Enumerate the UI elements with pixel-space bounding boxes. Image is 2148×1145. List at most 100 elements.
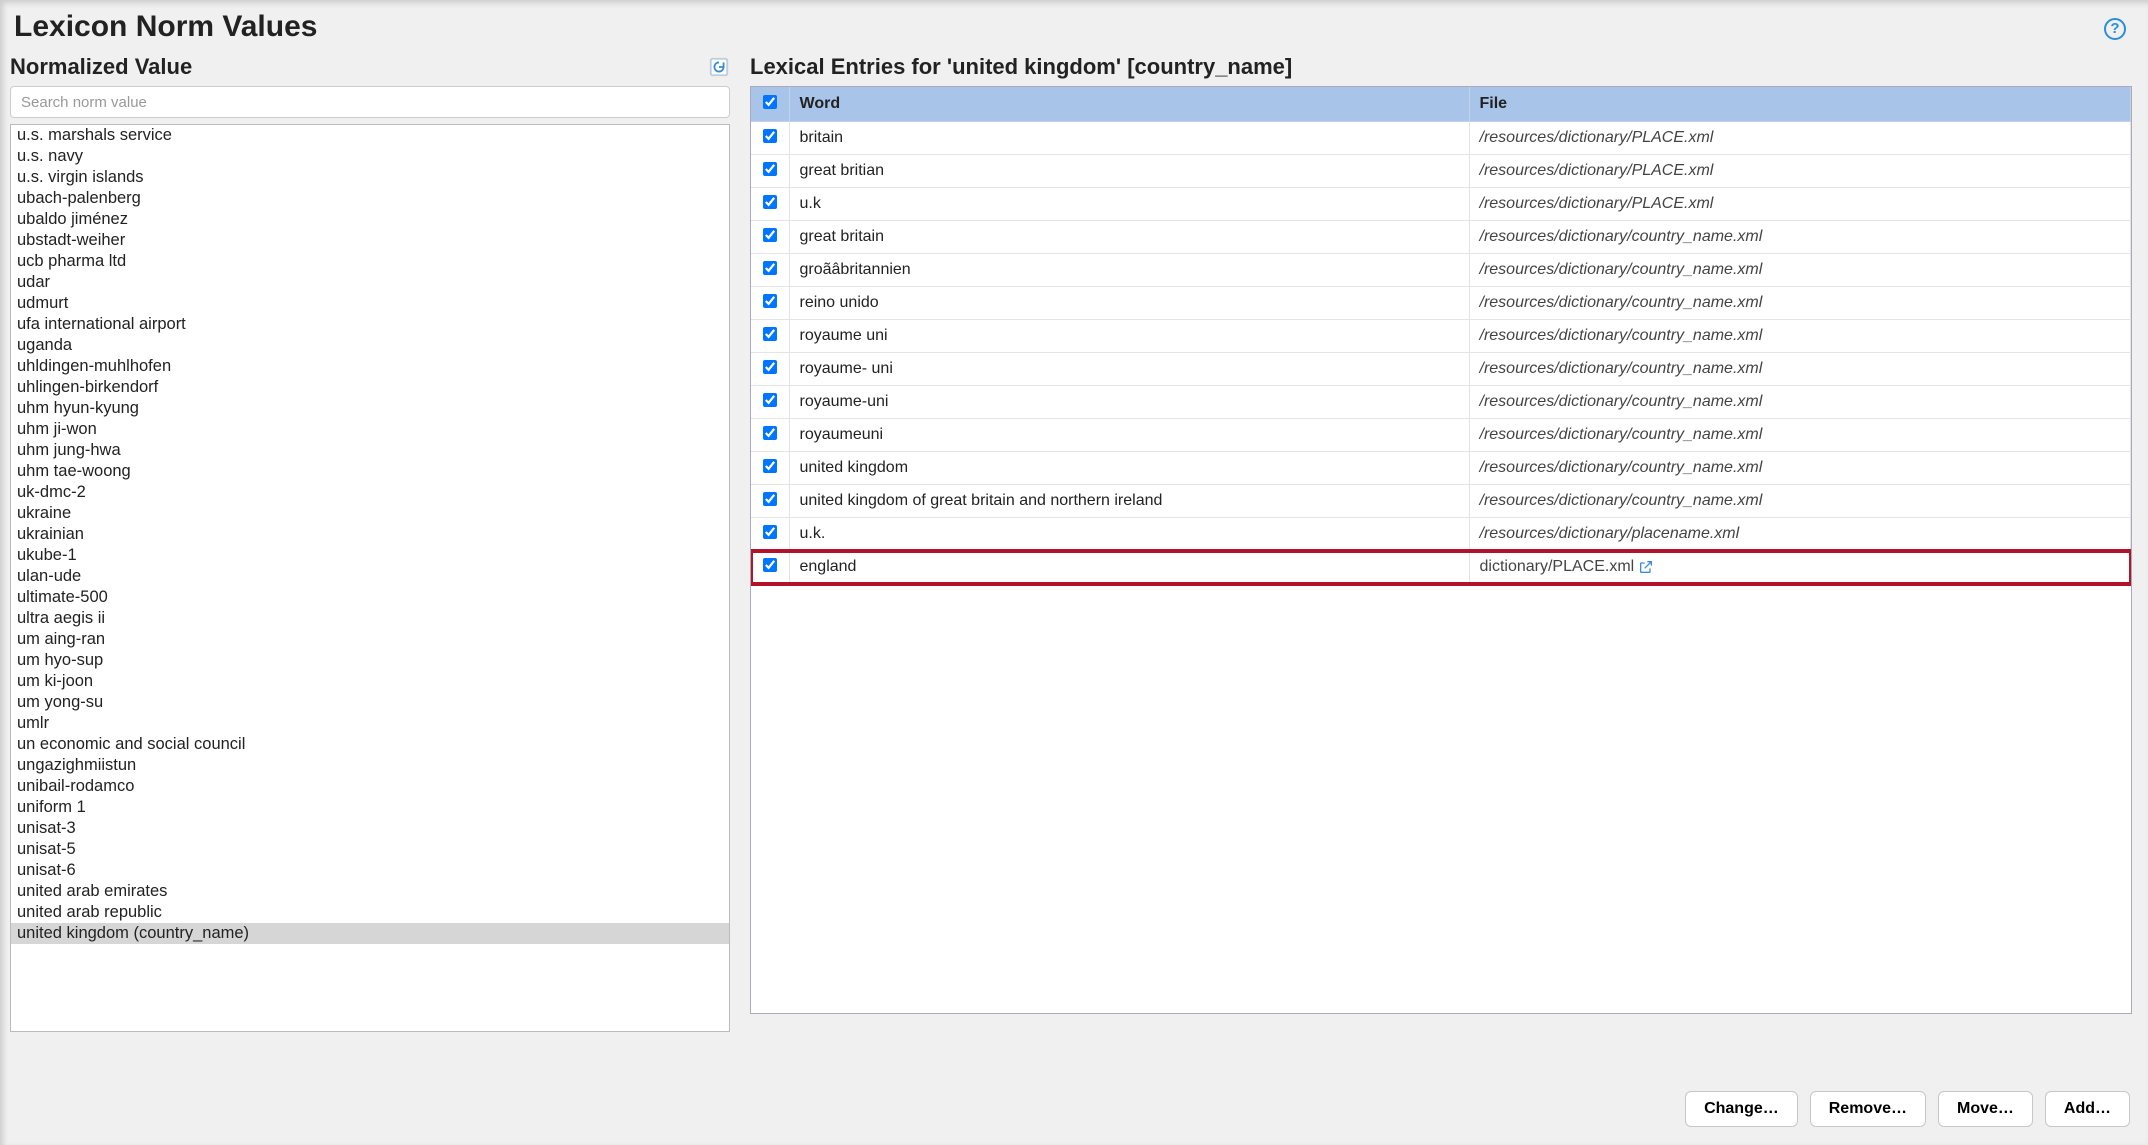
list-item[interactable]: ulan-ude (11, 566, 729, 587)
list-item[interactable]: unisat-5 (11, 839, 729, 860)
table-row[interactable]: englanddictionary/PLACE.xml (751, 551, 2131, 584)
table-row[interactable]: royaumeuni/resources/dictionary/country_… (751, 419, 2131, 452)
move-button[interactable]: Move… (1938, 1091, 2033, 1127)
word-cell: reino unido (789, 287, 1469, 320)
list-item[interactable]: ultra aegis ii (11, 608, 729, 629)
header-checkbox[interactable] (751, 87, 789, 122)
list-item[interactable]: uhlingen-birkendorf (11, 377, 729, 398)
list-item[interactable]: u.s. virgin islands (11, 167, 729, 188)
table-row[interactable]: great britian/resources/dictionary/PLACE… (751, 155, 2131, 188)
list-item[interactable]: um ki-joon (11, 671, 729, 692)
list-item[interactable]: uniform 1 (11, 797, 729, 818)
lexical-entries-title: Lexical Entries for 'united kingdom' [co… (750, 54, 1292, 80)
external-link-icon[interactable] (1638, 559, 1654, 575)
list-item[interactable]: united kingdom (country_name) (11, 923, 729, 944)
table-row[interactable]: great britain/resources/dictionary/count… (751, 221, 2131, 254)
header-file[interactable]: File (1469, 87, 2131, 122)
list-item[interactable]: united arab emirates (11, 881, 729, 902)
list-item[interactable]: ubstadt-weiher (11, 230, 729, 251)
row-checkbox[interactable] (751, 254, 789, 287)
list-item[interactable]: unibail-rodamco (11, 776, 729, 797)
list-item[interactable]: ucb pharma ltd (11, 251, 729, 272)
list-item[interactable]: um hyo-sup (11, 650, 729, 671)
page-title: Lexicon Norm Values (0, 0, 2148, 54)
row-checkbox[interactable] (751, 122, 789, 155)
row-checkbox[interactable] (751, 353, 789, 386)
change-button[interactable]: Change… (1685, 1091, 1798, 1127)
list-item[interactable]: udmurt (11, 293, 729, 314)
table-row[interactable]: united kingdom of great britain and nort… (751, 485, 2131, 518)
file-cell: /resources/dictionary/country_name.xml (1469, 419, 2131, 452)
list-item[interactable]: umlr (11, 713, 729, 734)
row-checkbox[interactable] (751, 452, 789, 485)
file-cell: /resources/dictionary/country_name.xml (1469, 485, 2131, 518)
table-row[interactable]: united kingdom/resources/dictionary/coun… (751, 452, 2131, 485)
list-item[interactable]: ubach-palenberg (11, 188, 729, 209)
add-button[interactable]: Add… (2045, 1091, 2130, 1127)
table-row[interactable]: groãâbritannien/resources/dictionary/cou… (751, 254, 2131, 287)
row-checkbox[interactable] (751, 518, 789, 551)
row-checkbox[interactable] (751, 221, 789, 254)
row-checkbox[interactable] (751, 155, 789, 188)
list-item[interactable]: ultimate-500 (11, 587, 729, 608)
word-cell: u.k (789, 188, 1469, 221)
list-item[interactable]: ukrainian (11, 524, 729, 545)
list-item[interactable]: uhldingen-muhlhofen (11, 356, 729, 377)
table-row[interactable]: u.k./resources/dictionary/placename.xml (751, 518, 2131, 551)
list-item[interactable]: um yong-su (11, 692, 729, 713)
list-item[interactable]: u.s. navy (11, 146, 729, 167)
file-cell: /resources/dictionary/country_name.xml (1469, 221, 2131, 254)
word-cell: royaumeuni (789, 419, 1469, 452)
header-word[interactable]: Word (789, 87, 1469, 122)
list-item[interactable]: uhm tae-woong (11, 461, 729, 482)
entries-table: Word File britain/resources/dictionary/P… (751, 87, 2131, 584)
row-checkbox[interactable] (751, 188, 789, 221)
row-checkbox[interactable] (751, 386, 789, 419)
help-icon[interactable]: ? (2104, 18, 2126, 40)
file-cell: /resources/dictionary/placename.xml (1469, 518, 2131, 551)
row-checkbox[interactable] (751, 320, 789, 353)
list-item[interactable]: unisat-6 (11, 860, 729, 881)
list-item[interactable]: uhm hyun-kyung (11, 398, 729, 419)
list-item[interactable]: u.s. marshals service (11, 125, 729, 146)
word-cell: united kingdom of great britain and nort… (789, 485, 1469, 518)
list-item[interactable]: uk-dmc-2 (11, 482, 729, 503)
row-checkbox[interactable] (751, 419, 789, 452)
normalized-value-title: Normalized Value (10, 54, 192, 80)
list-item[interactable]: ukube-1 (11, 545, 729, 566)
table-row[interactable]: u.k/resources/dictionary/PLACE.xml (751, 188, 2131, 221)
list-item[interactable]: united arab republic (11, 902, 729, 923)
list-item[interactable]: udar (11, 272, 729, 293)
row-checkbox[interactable] (751, 551, 789, 584)
list-item[interactable]: uganda (11, 335, 729, 356)
word-cell: united kingdom (789, 452, 1469, 485)
list-item[interactable]: uhm jung-hwa (11, 440, 729, 461)
list-item[interactable]: ubaldo jiménez (11, 209, 729, 230)
file-cell: /resources/dictionary/country_name.xml (1469, 353, 2131, 386)
list-item[interactable]: um aing-ran (11, 629, 729, 650)
list-item[interactable]: ungazighmiistun (11, 755, 729, 776)
norm-value-list[interactable]: u.s. marshals serviceu.s. navyu.s. virgi… (10, 124, 730, 1032)
refresh-icon[interactable] (708, 56, 730, 78)
file-cell: /resources/dictionary/PLACE.xml (1469, 188, 2131, 221)
remove-button[interactable]: Remove… (1810, 1091, 1926, 1127)
word-cell: royaume- uni (789, 353, 1469, 386)
file-cell: /resources/dictionary/country_name.xml (1469, 386, 2131, 419)
file-cell: dictionary/PLACE.xml (1469, 551, 2131, 584)
table-row[interactable]: britain/resources/dictionary/PLACE.xml (751, 122, 2131, 155)
list-item[interactable]: unisat-3 (11, 818, 729, 839)
search-input[interactable] (10, 86, 730, 118)
list-item[interactable]: ufa international airport (11, 314, 729, 335)
word-cell: royaume uni (789, 320, 1469, 353)
list-item[interactable]: un economic and social council (11, 734, 729, 755)
table-row[interactable]: reino unido/resources/dictionary/country… (751, 287, 2131, 320)
table-row[interactable]: royaume-uni/resources/dictionary/country… (751, 386, 2131, 419)
list-item[interactable]: ukraine (11, 503, 729, 524)
row-checkbox[interactable] (751, 485, 789, 518)
table-row[interactable]: royaume uni/resources/dictionary/country… (751, 320, 2131, 353)
word-cell: great britian (789, 155, 1469, 188)
row-checkbox[interactable] (751, 287, 789, 320)
list-item[interactable]: uhm ji-won (11, 419, 729, 440)
file-cell: /resources/dictionary/country_name.xml (1469, 320, 2131, 353)
table-row[interactable]: royaume- uni/resources/dictionary/countr… (751, 353, 2131, 386)
